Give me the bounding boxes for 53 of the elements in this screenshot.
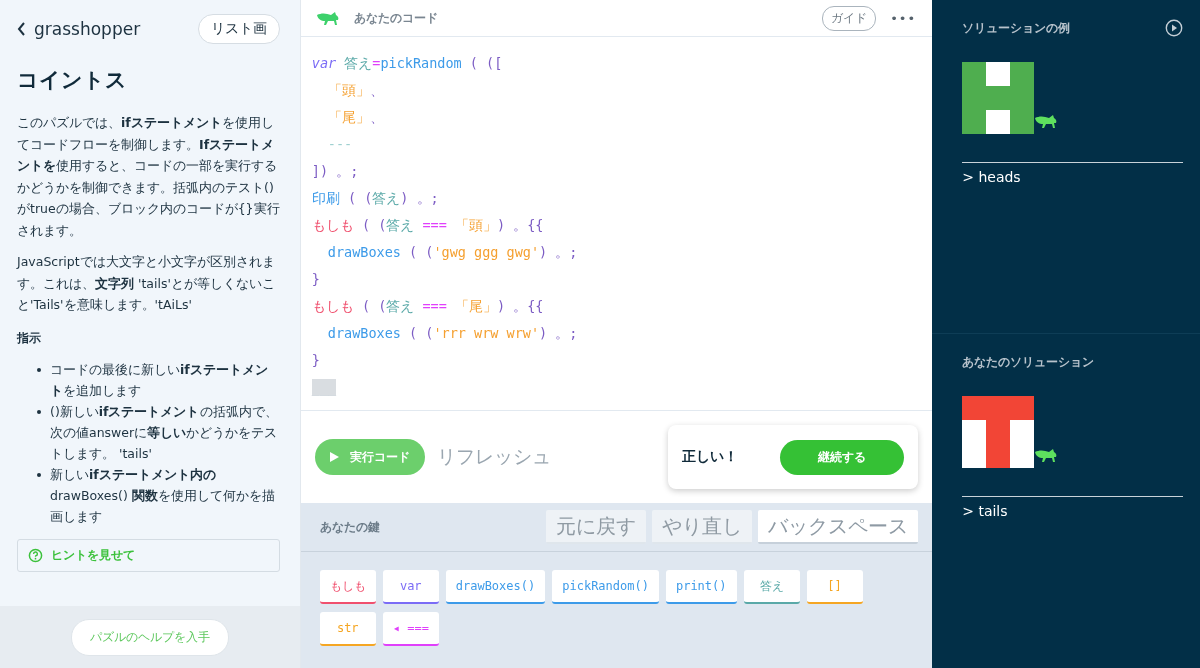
key-action-button[interactable]: バックスペース — [758, 510, 919, 544]
more-menu-button[interactable]: ••• — [890, 10, 917, 26]
console-output: > heads — [962, 169, 1022, 185]
back-chevron-icon — [17, 22, 26, 36]
help-icon — [28, 547, 43, 563]
code-line: もしも ( (答え === 「尾」) 。{{ — [311, 297, 545, 316]
code-line: 「頭」、 — [326, 81, 385, 100]
code-key[interactable]: var — [382, 570, 439, 604]
code-line: もしも ( (答え === 「頭」) 。{{ — [311, 216, 545, 235]
puzzle-title: コイントス — [17, 67, 128, 94]
instruction-text: 新しいifステートメント内の drawBoxes() 関数を使用して何かを描画します — [50, 465, 276, 526]
code-line: drawBoxes ( ('rrr wrw wrw') 。; — [326, 324, 579, 343]
code-key[interactable]: pickRandom() — [552, 570, 659, 604]
continue-button[interactable]: 継続する — [780, 439, 905, 475]
code-key[interactable]: drawBoxes() — [445, 570, 546, 604]
instructions-heading: 指示 — [17, 329, 42, 347]
code-line: var 答え=pickRandom ( ([ — [311, 54, 504, 73]
solution-title: ソリューションの例 — [962, 19, 1071, 37]
grasshopper-icon — [1034, 446, 1059, 464]
result-message: 正しい！ — [682, 448, 739, 466]
play-icon — [329, 452, 339, 462]
code-key[interactable]: str — [319, 612, 376, 646]
code-key[interactable]: 答え — [743, 570, 800, 604]
back-link[interactable]: grasshopper — [17, 19, 141, 39]
refresh-button[interactable]: リフレッシュ — [430, 443, 557, 471]
bullet-icon — [37, 409, 41, 414]
editor-title: あなたのコード — [353, 9, 438, 27]
bullet-icon — [37, 472, 41, 477]
code-key[interactable]: ◂ === — [382, 612, 439, 646]
code-key[interactable]: [] — [806, 570, 863, 604]
code-line: --- — [326, 135, 354, 154]
code-line: 印刷 ( (答え) 。; — [311, 189, 440, 208]
bullet-icon — [37, 367, 41, 372]
code-line: } — [311, 351, 321, 370]
code-key[interactable]: print() — [665, 570, 737, 604]
guide-button[interactable]: ガイド — [822, 5, 877, 31]
run-code-button[interactable]: 実行コード — [314, 439, 425, 475]
keys-title: あなたの鍵 — [319, 518, 380, 536]
list-button[interactable]: リスト画 — [197, 14, 280, 44]
code-line: ]) 。; — [311, 162, 360, 181]
description-text: JavaScriptでは大文字と小文字が区別されます。これは、文字列 'tails'とが等しくないこと'Tails'を意味します。'tAiLs' — [17, 253, 276, 314]
grasshopper-icon — [1034, 112, 1059, 130]
description-text: このパズルでは、ifステートメントを使用してコードフローを制御します。Ifステートメントを使用すると、コードの一部を実行するかどうかを制御できます。括弧内のテスト()がtrueの場合、ブロック内のコードが{}実行されます。 — [17, 114, 280, 240]
grasshopper-icon — [315, 10, 340, 26]
help-button[interactable]: パズルのヘルプを入手 — [70, 618, 229, 656]
console-output: > tails — [962, 503, 1009, 519]
code-line: drawBoxes ( ('gwg ggg gwg') 。; — [326, 243, 579, 262]
solution-title: あなたのソリューション — [962, 353, 1095, 371]
hint-button[interactable]: ヒントを見せて — [17, 538, 280, 572]
code-line: 「尾」、 — [326, 108, 385, 127]
code-line: } — [311, 270, 321, 289]
code-key[interactable]: もしも — [319, 570, 376, 604]
play-icon[interactable] — [1165, 19, 1183, 37]
